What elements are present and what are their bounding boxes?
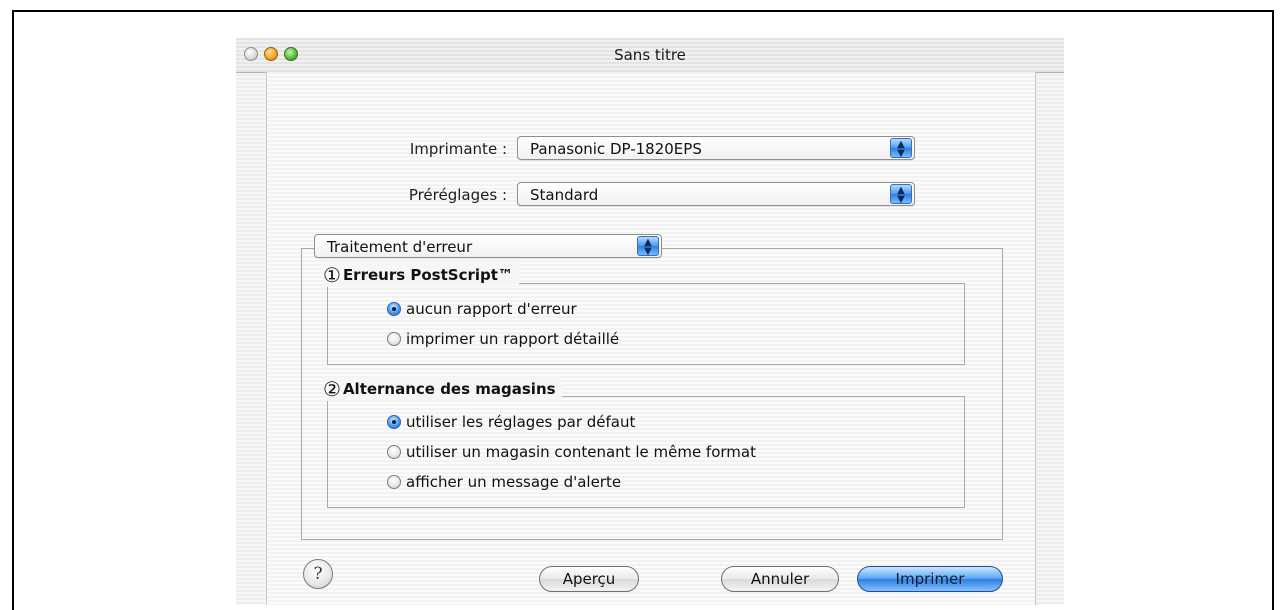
panel-menu-value: Traitement d'erreur xyxy=(327,238,473,256)
radio-alert-message[interactable]: afficher un message d'alerte xyxy=(387,473,621,491)
postscript-errors-title: ① Erreurs PostScript™ xyxy=(323,263,519,287)
tray-switching-title: ② Alternance des magasins xyxy=(323,377,562,401)
printer-value: Panasonic DP-1820EPS xyxy=(530,140,702,158)
radio-label: aucun rapport d'erreur xyxy=(406,300,577,318)
presets-select[interactable]: Standard ▲ ▼ xyxy=(517,182,915,206)
radio-selected-icon xyxy=(387,415,401,429)
printer-select[interactable]: Panasonic DP-1820EPS ▲ ▼ xyxy=(517,136,915,160)
up-down-arrows-icon: ▲ ▼ xyxy=(890,138,912,159)
title-bar: Sans titre xyxy=(236,38,1064,73)
radio-selected-icon xyxy=(387,302,401,316)
radio-unselected-icon xyxy=(387,475,401,489)
callout-marker-2: ② xyxy=(323,377,341,401)
up-down-arrows-icon: ▲ ▼ xyxy=(637,236,659,257)
print-dialog: Sans titre Imprimante : Panasonic DP-182… xyxy=(236,38,1064,605)
radio-unselected-icon xyxy=(387,332,401,346)
postscript-errors-group xyxy=(327,283,965,365)
radio-default-settings[interactable]: utiliser les réglages par défaut xyxy=(387,413,635,431)
radio-label: imprimer un rapport détaillé xyxy=(406,330,620,348)
help-button[interactable]: ? xyxy=(303,559,333,589)
preview-button[interactable]: Aperçu xyxy=(539,566,639,592)
dialog-content: Imprimante : Panasonic DP-1820EPS ▲ ▼ Pré… xyxy=(266,72,1036,605)
radio-label: afficher un message d'alerte xyxy=(406,473,622,491)
up-down-arrows-icon: ▲ ▼ xyxy=(890,184,912,205)
window-title: Sans titre xyxy=(614,46,686,64)
radio-unselected-icon xyxy=(387,445,401,459)
postscript-errors-title-text: Erreurs PostScript™ xyxy=(342,266,513,284)
print-button[interactable]: Imprimer xyxy=(857,566,1003,592)
radio-same-format-tray[interactable]: utiliser un magasin contenant le même fo… xyxy=(387,443,756,461)
radio-label: utiliser les réglages par défaut xyxy=(406,413,636,431)
panel-menu-select[interactable]: Traitement d'erreur ▲ ▼ xyxy=(314,234,662,258)
tray-switching-title-text: Alternance des magasins xyxy=(342,380,556,398)
presets-label: Préréglages : xyxy=(408,186,507,204)
radio-detailed-report[interactable]: imprimer un rapport détaillé xyxy=(387,330,619,348)
radio-no-error-report[interactable]: aucun rapport d'erreur xyxy=(387,300,577,318)
printer-label: Imprimante : xyxy=(409,140,507,158)
callout-marker-1: ① xyxy=(323,263,341,287)
radio-label: utiliser un magasin contenant le même fo… xyxy=(406,443,756,461)
presets-value: Standard xyxy=(530,186,599,204)
cancel-button[interactable]: Annuler xyxy=(721,566,839,592)
